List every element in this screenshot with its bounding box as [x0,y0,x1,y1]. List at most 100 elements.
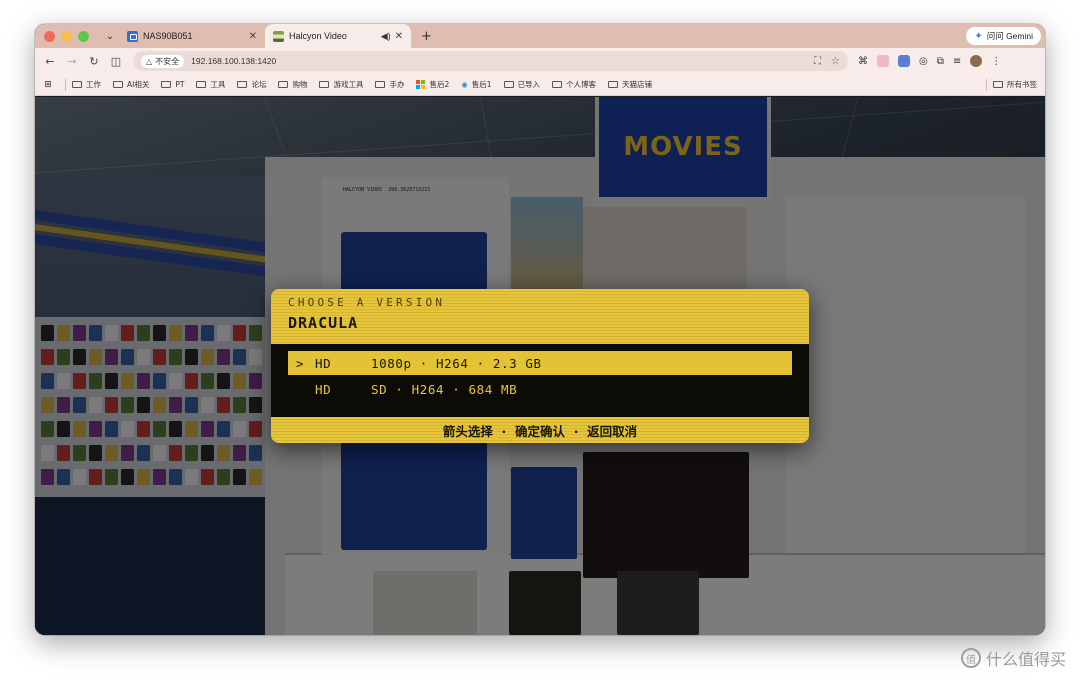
url-text: 192.168.100.138:1420 [191,56,277,66]
dialog-title: DRACULA [288,314,359,332]
reading-list-icon[interactable]: ≡ [953,56,961,67]
new-tab-button[interactable]: + [421,29,432,44]
dialog-key-hints: 箭头选择 · 确定确认 · 返回取消 [271,417,809,443]
divider [65,78,66,91]
extension-blue-icon[interactable] [898,55,910,67]
back-arrow-icon[interactable]: ← [39,55,61,68]
globe-icon: ◉ [461,80,468,89]
bookmark-label: 天猫店铺 [622,80,653,89]
watermark-text: 什么值得买 [985,650,1066,669]
folder-icon [608,81,619,88]
version-details: 1080p · H264 · 2.3 GB [371,355,542,371]
insecure-label: 不安全 [155,56,180,66]
speaker-icon[interactable]: ◀︎) [381,31,391,42]
tab-halcyon-video[interactable]: Halcyon Video ◀︎) ✕ [265,24,411,48]
site-watermark: 值 什么值得买 [960,646,1066,670]
tab-title: Halcyon Video [289,31,347,41]
puzzle-icon[interactable]: ⧉ [937,56,944,67]
halcyon-favicon-icon [273,30,284,42]
extension-pink-icon[interactable] [877,55,889,67]
close-window-button[interactable] [44,30,55,42]
bookmark-link[interactable]: 售后2 [416,79,449,90]
folder-icon [375,81,386,88]
tab-search-chevron-icon[interactable]: ⌄ [101,31,119,42]
watermark-logo-icon: 值 [960,648,981,668]
folder-icon [278,81,289,88]
bookmark-label: 个人博客 [566,80,597,89]
warning-triangle-icon: △ [146,56,153,66]
bookmark-folder[interactable]: 手办 [375,79,404,90]
bookmark-folder[interactable]: 已导入 [503,79,541,90]
tab-close-icon[interactable]: ✕ [249,31,257,42]
folder-icon [161,81,172,88]
navigation-bar: ← → ↻ ◫ △ 不安全 192.168.100.138:1420 ⛶ ☆ ⌘… [35,48,1045,74]
bookmark-folder[interactable]: 工具 [196,79,225,90]
translate-icon[interactable]: ⛶ [814,56,821,67]
bookmark-label: 购物 [292,80,308,89]
bookmark-star-icon[interactable]: ☆ [831,56,840,67]
nas-favicon-icon [127,30,138,42]
bookmark-folder[interactable]: 论坛 [237,79,266,90]
version-format: HD [315,381,332,397]
forward-arrow-icon[interactable]: → [61,55,83,68]
tab-close-icon[interactable]: ✕ [395,31,403,42]
gemini-button[interactable]: ✦ 问问 Gemini [966,27,1041,45]
folder-icon [113,81,123,88]
zoom-window-button[interactable] [78,30,89,42]
folder-icon [503,81,514,88]
all-bookmarks-label: 所有书签 [1007,80,1037,89]
extension-ring-icon[interactable]: ◎ [919,56,928,67]
folder-icon [319,81,330,88]
folder-icon [552,81,563,88]
tab-bar: ⌄ NAS90B051 ✕ Halcyon Video ◀︎) ✕ + ✦ 问问… [35,24,1045,48]
menu-kebab-icon[interactable]: ⋮ [991,56,1001,67]
profile-avatar[interactable] [970,55,983,67]
tab-nas[interactable]: NAS90B051 ✕ [119,24,265,48]
bookmark-folder[interactable]: 个人博客 [552,79,596,90]
folder-icon [237,81,248,88]
bookmarks-bar: ⊞ 工作 AI相关 PT 工具 论坛 购物 游戏工具 手办 售后2 ◉ 售后1 已… [35,74,1045,96]
version-list: > HD 1080p · H264 · 2.3 GB HD SD · H264 … [271,344,809,417]
security-chip[interactable]: △ 不安全 [141,54,185,68]
extension-x-icon[interactable]: ⌘ [858,56,868,67]
bookmark-folder[interactable]: PT [161,80,184,89]
bookmark-label: 论坛 [251,80,267,89]
version-option-1080p[interactable]: > HD 1080p · H264 · 2.3 GB [288,351,792,375]
reload-icon[interactable]: ↻ [83,55,105,68]
version-format: HD [315,355,332,371]
extensions-area: ⌘ ◎ ⧉ ≡ ⋮ [858,55,1001,67]
folder-icon [993,81,1003,88]
bookmark-label: 工作 [86,80,101,89]
dialog-subtitle: CHOOSE A VERSION [288,296,446,309]
bookmark-label: 售后2 [429,80,450,89]
address-bar[interactable]: △ 不安全 192.168.100.138:1420 ⛶ ☆ [133,51,848,71]
bookmark-label: 工具 [210,80,226,89]
apps-grid-icon[interactable]: ⊞ [37,80,59,90]
bookmark-folder[interactable]: AI相关 [113,79,149,90]
bookmark-folder[interactable]: 工作 [72,79,101,90]
sidebar-toggle-icon[interactable]: ◫ [105,55,127,68]
bookmark-link[interactable]: ◉ 售后1 [461,79,491,90]
bookmark-folder[interactable]: 天猫店铺 [608,79,652,90]
window-controls [44,30,89,42]
browser-window: ⌄ NAS90B051 ✕ Halcyon Video ◀︎) ✕ + ✦ 问问… [35,24,1045,635]
selection-cursor: > [296,355,305,371]
version-picker-dialog: CHOOSE A VERSION DRACULA > HD 1080p · H2… [271,289,809,443]
bookmark-label: PT [175,80,185,89]
folder-icon [196,81,207,88]
bookmark-folder[interactable]: 游戏工具 [319,79,363,90]
folder-icon [72,81,82,88]
version-option-sd[interactable]: HD SD · H264 · 684 MB [288,377,792,401]
bookmark-folder[interactable]: 购物 [278,79,307,90]
gemini-label: 问问 Gemini [986,31,1033,41]
gemini-sparkle-icon: ✦ [974,30,983,42]
bookmark-label: 手办 [389,80,405,89]
windows-logo-icon [416,80,426,89]
bookmark-label: 售后1 [471,80,492,89]
page-viewport[interactable]: MOVIES HALCYON VIDEO 390.3625719215 CHOO… [35,97,1045,635]
divider [986,78,987,91]
bookmark-label: 已导入 [517,80,541,89]
bookmark-label: 游戏工具 [333,80,364,89]
minimize-window-button[interactable] [61,30,72,42]
all-bookmarks[interactable]: 所有书签 [980,78,1037,91]
